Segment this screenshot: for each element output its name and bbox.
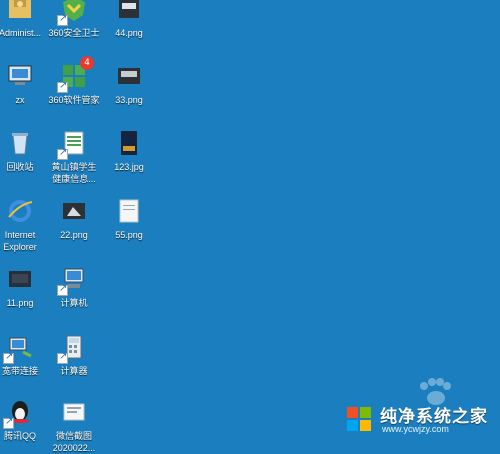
- image-file-icon: [114, 0, 144, 24]
- shortcut-arrow-icon: [3, 416, 14, 429]
- shortcut-arrow-icon: [57, 80, 68, 93]
- watermark-url: www.ycwjzy.com: [382, 424, 449, 434]
- internet-explorer-icon: [5, 196, 35, 226]
- recycle-bin-icon: [5, 128, 35, 158]
- user-folder-icon: [5, 0, 35, 24]
- monitor-icon: [5, 61, 35, 91]
- 360-software-manager-icon: 4: [57, 56, 94, 93]
- desktop-icon-computer[interactable]: 计算机: [42, 264, 106, 309]
- image-file-icon: [59, 397, 89, 427]
- image-file-icon: [114, 196, 144, 226]
- notification-badge: 4: [80, 56, 94, 70]
- icon-label: 55.png: [115, 230, 143, 240]
- qq-penguin-icon: [3, 397, 35, 429]
- spreadsheet-icon: [57, 128, 89, 160]
- image-file-icon: [114, 128, 144, 158]
- icon-label: 44.png: [115, 28, 143, 38]
- shortcut-arrow-icon: [57, 283, 68, 296]
- desktop-icon-calculator[interactable]: 计算器: [42, 332, 106, 377]
- desktop-icon-33-png[interactable]: 33.png: [97, 61, 161, 106]
- desktop-icon-123-jpg[interactable]: 123.jpg: [97, 128, 161, 173]
- image-file-icon: [5, 264, 35, 294]
- desktop-icon-44-png[interactable]: 44.png: [97, 0, 161, 39]
- calculator-icon: [57, 332, 89, 364]
- desktop-icon-wechat-screenshot[interactable]: 微信截图 2020022...: [42, 397, 106, 454]
- desktop-icon-55-png[interactable]: 55.png: [97, 196, 161, 241]
- image-file-icon: [59, 196, 89, 226]
- icon-label: 计算器: [60, 366, 88, 376]
- icon-label: 微信截图 2020022...: [52, 431, 96, 453]
- icon-label: 计算机: [60, 298, 88, 308]
- shortcut-arrow-icon: [3, 351, 14, 364]
- shortcut-arrow-icon: [57, 351, 68, 364]
- shortcut-arrow-icon: [57, 147, 68, 160]
- icon-label: 123.jpg: [114, 162, 144, 172]
- shortcut-arrow-icon: [57, 13, 68, 26]
- network-connection-icon: [3, 332, 35, 364]
- icon-label: 33.png: [115, 95, 143, 105]
- windows-logo-icon: [344, 404, 374, 434]
- image-file-icon: [114, 61, 144, 91]
- computer-icon: [57, 264, 89, 296]
- site-watermark: 纯净系统之家 www.ycwjzy.com: [344, 402, 494, 436]
- desktop: Administ... 360安全卫士 44.png zx 4 360软件管家: [0, 0, 500, 453]
- 360-safe-icon: [57, 0, 89, 26]
